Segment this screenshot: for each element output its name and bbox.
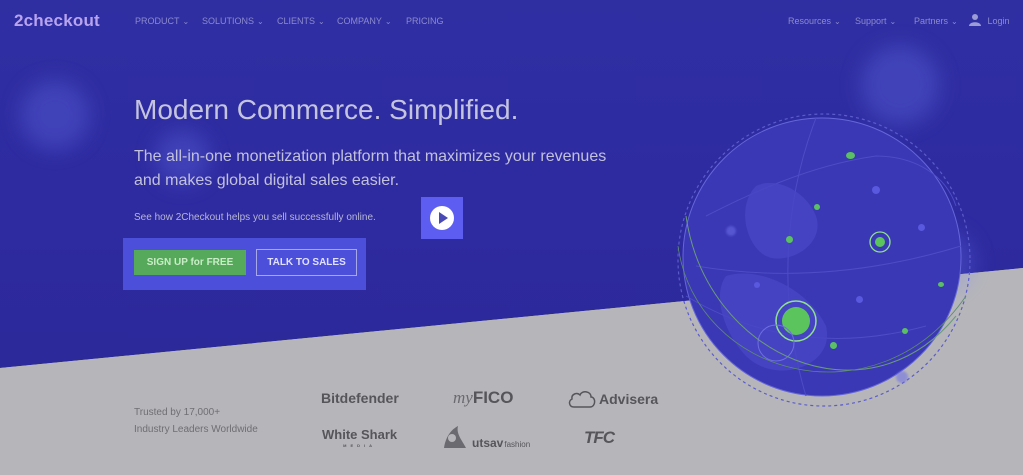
- bitdefender-logo: Bitdefender: [321, 390, 399, 406]
- map-dot: [902, 328, 908, 334]
- map-dot: [830, 342, 837, 349]
- tfc-logo: TFC: [584, 428, 615, 447]
- advisera-cloud-icon: [568, 391, 596, 408]
- trusted-line-1: Trusted by 17,000+: [134, 407, 221, 418]
- map-dot: [938, 282, 944, 287]
- nav-partners[interactable]: Partners ⌄: [914, 16, 958, 26]
- trusted-line-2: Industry Leaders Worldwide: [134, 424, 258, 435]
- trusted-by-text: Trusted by 17,000+ Industry Leaders Worl…: [134, 404, 258, 438]
- map-dot: [814, 204, 820, 210]
- map-dot: [754, 282, 760, 288]
- nav-clients[interactable]: CLIENTS ⌄: [277, 16, 325, 26]
- utsav-logo: utsav fashion: [440, 424, 530, 450]
- video-prompt-text: See how 2Checkout helps you sell success…: [134, 212, 376, 223]
- user-icon: [969, 14, 981, 26]
- map-dot: [856, 296, 863, 303]
- whiteshark-logo: White Shark MEDIA: [322, 427, 398, 448]
- chevron-down-icon: ⌄: [182, 17, 190, 26]
- bokeh-glow: [20, 80, 90, 150]
- play-icon: [430, 206, 454, 230]
- map-dot: [872, 186, 880, 194]
- hero-title: Modern Commerce. Simplified.: [134, 94, 519, 125]
- chevron-down-icon: ⌄: [384, 17, 392, 26]
- globe-graphic: [666, 96, 978, 414]
- nav-resources[interactable]: Resources ⌄: [788, 16, 841, 26]
- map-dot: [786, 236, 793, 243]
- nav-product[interactable]: PRODUCT ⌄: [135, 16, 189, 26]
- map-dot: [918, 224, 925, 231]
- chevron-down-icon: ⌄: [889, 17, 897, 26]
- hero-subtitle: The all-in-one monetization platform tha…: [134, 148, 607, 189]
- map-dot: [726, 226, 736, 236]
- login-link[interactable]: Login: [969, 13, 1010, 26]
- chevron-down-icon: ⌄: [951, 17, 958, 26]
- talk-to-sales-button[interactable]: TALK TO SALES: [256, 249, 357, 276]
- signup-button[interactable]: SIGN UP for FREE: [134, 250, 246, 275]
- utsav-emblem-icon: [444, 426, 466, 448]
- 2checkout-logo[interactable]: 2checkout: [14, 11, 100, 31]
- chevron-down-icon: ⌄: [318, 17, 325, 26]
- top-navigation: 2checkout PRODUCT ⌄ SOLUTIONS ⌄ CLIENTS ⌄ C…: [0, 0, 1023, 44]
- nav-pricing[interactable]: PRICING: [406, 16, 444, 26]
- nav-company[interactable]: COMPANY ⌄: [337, 16, 392, 26]
- map-dot: [846, 152, 855, 159]
- chevron-down-icon: ⌄: [834, 17, 841, 26]
- myfico-logo: myFICO: [453, 388, 514, 407]
- play-video-button[interactable]: [421, 197, 463, 239]
- advisera-logo: Advisera: [567, 389, 658, 409]
- map-dot: [896, 371, 908, 383]
- nav-support[interactable]: Support ⌄: [855, 16, 896, 26]
- chevron-down-icon: ⌄: [257, 17, 264, 26]
- nav-solutions[interactable]: SOLUTIONS ⌄: [202, 16, 264, 26]
